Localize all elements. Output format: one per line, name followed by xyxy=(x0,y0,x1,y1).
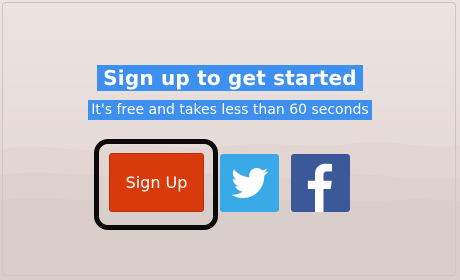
sign-up-button[interactable]: Sign Up xyxy=(109,153,204,212)
page-title-wrapper: Sign up to get started xyxy=(0,65,460,91)
twitter-bird-icon xyxy=(231,168,268,198)
panel-frame xyxy=(2,2,456,276)
facebook-button[interactable] xyxy=(291,154,350,212)
subtitle-wrapper: It's free and takes less than 60 seconds xyxy=(0,99,460,120)
page-title: Sign up to get started xyxy=(97,65,363,91)
signup-panel: Sign up to get started It's free and tak… xyxy=(0,0,460,280)
page-subtitle: It's free and takes less than 60 seconds xyxy=(88,100,372,120)
twitter-button[interactable] xyxy=(220,154,279,212)
facebook-f-icon xyxy=(307,163,332,212)
